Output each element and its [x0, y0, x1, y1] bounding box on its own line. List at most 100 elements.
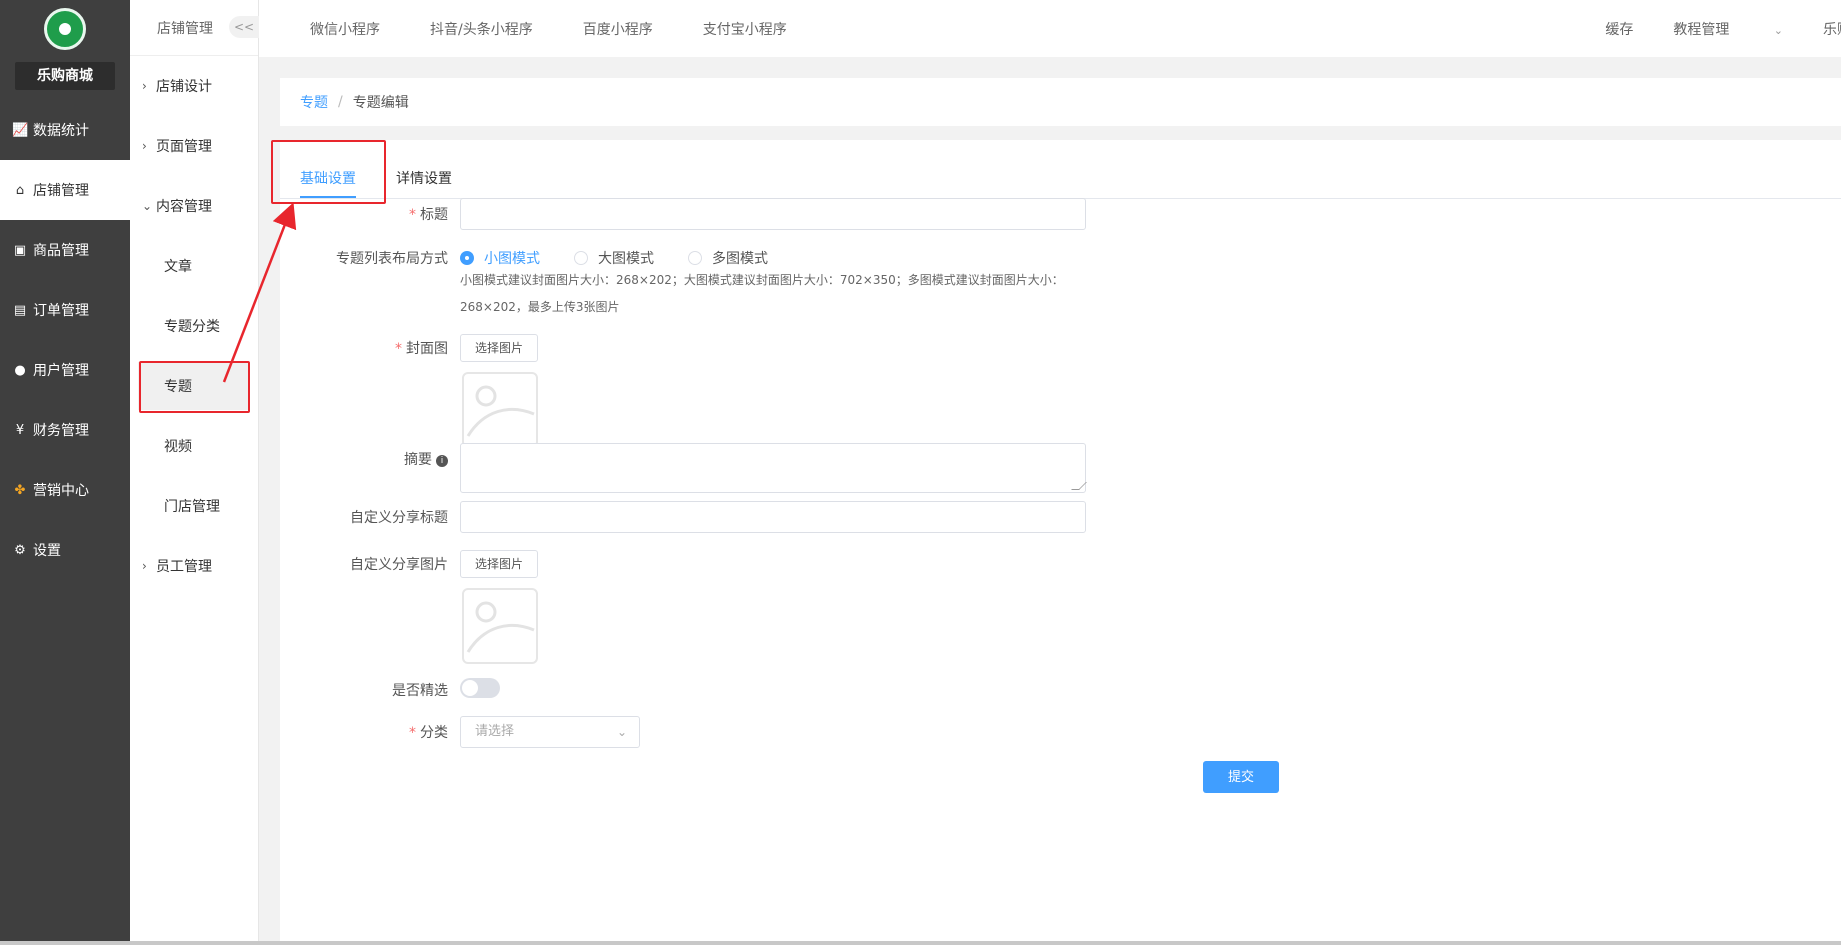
required-mark: *	[395, 341, 402, 357]
sidebar-item-label: 用户管理	[33, 363, 89, 379]
sidebar-item-settings[interactable]: ⚙ 设置	[0, 520, 130, 580]
radio-dot	[574, 251, 588, 265]
sidebar-item-label: 营销中心	[33, 483, 89, 499]
top-bar: 微信小程序 抖音/头条小程序 百度小程序 支付宝小程序 缓存 教程管理 ⌄ 乐购	[259, 0, 1841, 57]
sidebar-item-label: 财务管理	[33, 423, 89, 439]
layout-hint-line-2: 268×202，最多上传3张图片	[460, 300, 620, 314]
subnav-title: 店铺管理	[157, 20, 213, 37]
subnav-group-shop-design[interactable]: › 店铺设计	[130, 56, 258, 116]
goods-icon: ▣	[13, 242, 27, 258]
chart-icon: 📈	[12, 122, 29, 138]
share-image-label: 自定义分享图片	[350, 557, 448, 573]
tab-detail-settings[interactable]: 详情设置	[396, 168, 452, 188]
annotation-box-topic	[139, 361, 250, 413]
chevron-right-icon: ›	[142, 139, 147, 153]
category-select[interactable]: 请选择 ⌄	[460, 716, 640, 748]
chevron-down-icon: ⌄	[142, 199, 153, 213]
category-label: * 分类	[409, 722, 448, 742]
order-icon: ▤	[13, 302, 27, 318]
bottom-scrollbar[interactable]	[0, 941, 1841, 945]
subnav-group-staff-manage[interactable]: › 员工管理	[130, 536, 258, 596]
subnav-group-label: 内容管理	[156, 199, 212, 215]
radio-label: 多图模式	[712, 251, 768, 267]
radio-small-image[interactable]: 小图模式	[460, 248, 540, 268]
logo-area: 乐购商城	[0, 0, 130, 100]
collapse-button[interactable]: <<	[229, 16, 259, 38]
category-label-text: 分类	[420, 725, 448, 741]
radio-label: 小图模式	[484, 251, 540, 267]
info-icon[interactable]: i	[436, 455, 448, 467]
subnav-group-page-manage[interactable]: › 页面管理	[130, 116, 258, 176]
cache-button[interactable]: 缓存	[1605, 19, 1633, 39]
subnav-item-store-manage[interactable]: 门店管理	[130, 476, 258, 536]
breadcrumb-topic-link[interactable]: 专题	[300, 92, 328, 112]
featured-label: 是否精选	[392, 683, 448, 699]
title-input[interactable]	[460, 198, 1086, 230]
shop-icon: ⌂	[15, 182, 25, 198]
radio-dot	[460, 251, 474, 265]
top-right-actions: 缓存 教程管理 ⌄ 乐购	[1605, 0, 1841, 57]
choose-share-image-button[interactable]: 选择图片	[460, 550, 539, 578]
image-placeholder-icon	[466, 385, 535, 437]
cover-label: * 封面图	[395, 338, 448, 358]
radio-multi-image[interactable]: 多图模式	[688, 248, 768, 268]
radio-large-image[interactable]: 大图模式	[574, 248, 654, 268]
breadcrumb: 专题 / 专题编辑	[280, 78, 1841, 126]
form-tabs: 基础设置 详情设置	[280, 140, 1841, 199]
user-menu[interactable]: 乐购	[1823, 19, 1841, 39]
choose-cover-button[interactable]: 选择图片	[460, 334, 539, 362]
chevron-down-icon: ⌄	[616, 725, 627, 739]
top-tab-baidu[interactable]: 百度小程序	[583, 19, 653, 39]
sidebar-item-shop[interactable]: ⌂ 店铺管理	[0, 160, 130, 220]
sidebar-item-label: 订单管理	[33, 303, 89, 319]
sidebar-item-label: 店铺管理	[33, 183, 89, 199]
subnav-group-content-manage[interactable]: ⌄ 内容管理	[130, 176, 258, 236]
share-title-label: 自定义分享标题	[350, 510, 448, 526]
sidebar-item-marketing[interactable]: ✤ 营销中心	[0, 460, 130, 520]
radio-label: 大图模式	[598, 251, 654, 267]
subnav-group-label: 页面管理	[156, 139, 212, 155]
tutorial-label: 教程管理	[1673, 21, 1730, 38]
subnav-item-video[interactable]: 视频	[130, 416, 258, 476]
annotation-box-tab	[271, 140, 386, 204]
cover-label-text: 封面图	[406, 341, 448, 357]
chevron-right-icon: ›	[142, 79, 147, 93]
sidebar-item-orders[interactable]: ▤ 订单管理	[0, 280, 130, 340]
title-label-text: 标题	[420, 207, 448, 223]
sidebar-item-finance[interactable]: ¥ 财务管理	[0, 400, 130, 460]
share-image-placeholder[interactable]	[462, 588, 538, 664]
chevron-down-icon: ⌄	[1773, 23, 1783, 37]
main-sidebar: 乐购商城 📈 数据统计 ⌂ 店铺管理 ▣ 商品管理 ▤ 订单管理 ● 用户管理 …	[0, 0, 130, 945]
share-title-input[interactable]	[460, 501, 1086, 533]
resize-handle-icon[interactable]	[1071, 482, 1087, 490]
sidebar-item-label: 商品管理	[33, 243, 89, 259]
subnav-header: 店铺管理 <<	[130, 0, 259, 56]
marketing-icon: ✤	[14, 482, 26, 498]
subnav-item-topic-category[interactable]: 专题分类	[130, 296, 258, 356]
submit-button[interactable]: 提交	[1203, 761, 1279, 793]
sub-sidebar: 店铺管理 << › 店铺设计 › 页面管理 ⌄ 内容管理 文章 专题分类 专题 …	[130, 0, 259, 945]
required-mark: *	[409, 725, 416, 741]
sidebar-item-data-stats[interactable]: 📈 数据统计	[0, 100, 130, 160]
subnav-group-label: 员工管理	[156, 559, 212, 575]
shop-name: 乐购商城	[15, 62, 115, 90]
featured-toggle[interactable]	[460, 678, 500, 698]
settings-icon: ⚙	[14, 542, 26, 558]
topic-edit-form: 基础设置 详情设置 * 标题 专题列表布局方式 小图模式 大图模式 多图模式 小图…	[280, 140, 1841, 945]
shop-logo	[44, 8, 86, 50]
top-tab-alipay[interactable]: 支付宝小程序	[703, 19, 787, 39]
finance-icon: ¥	[15, 422, 25, 438]
tutorial-menu[interactable]: 教程管理 ⌄	[1673, 19, 1783, 39]
top-tab-wechat[interactable]: 微信小程序	[310, 19, 380, 39]
summary-textarea[interactable]	[460, 443, 1087, 493]
subnav-group-label: 店铺设计	[156, 79, 212, 95]
cover-image-placeholder[interactable]	[462, 372, 538, 448]
sidebar-item-users[interactable]: ● 用户管理	[0, 340, 130, 400]
top-tab-douyin[interactable]: 抖音/头条小程序	[430, 19, 533, 39]
sidebar-item-label: 数据统计	[33, 123, 89, 139]
radio-dot	[688, 251, 702, 265]
sidebar-item-goods[interactable]: ▣ 商品管理	[0, 220, 130, 280]
category-placeholder: 请选择	[475, 724, 515, 739]
layout-label: 专题列表布局方式	[336, 251, 448, 267]
subnav-item-article[interactable]: 文章	[130, 236, 258, 296]
